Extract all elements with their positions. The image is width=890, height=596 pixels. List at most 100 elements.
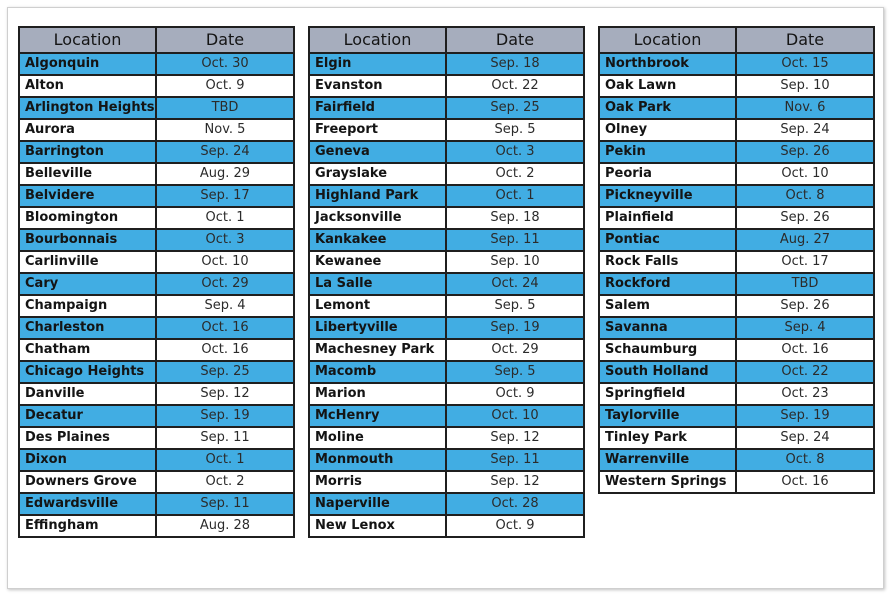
- location-cell: Champaign: [18, 294, 157, 318]
- table-row: Dixon Oct. 1: [18, 448, 295, 472]
- date-cell: Oct. 2: [445, 162, 585, 186]
- table-row: Aurora Nov. 5: [18, 118, 295, 142]
- date-cell: Oct. 29: [155, 272, 295, 296]
- table-row: Belvidere Sep. 17: [18, 184, 295, 208]
- table-row: Peoria Oct. 10: [598, 162, 875, 186]
- table-row: Des Plaines Sep. 11: [18, 426, 295, 450]
- location-cell: La Salle: [308, 272, 447, 296]
- table-row: Springfield Oct. 23: [598, 382, 875, 406]
- location-cell: Aurora: [18, 118, 157, 142]
- location-cell: Savanna: [598, 316, 737, 340]
- date-cell: Oct. 16: [155, 338, 295, 362]
- date-cell: Sep. 11: [155, 492, 295, 516]
- date-cell: Sep. 17: [155, 184, 295, 208]
- date-cell: Sep. 5: [445, 118, 585, 142]
- table-row: Savanna Sep. 4: [598, 316, 875, 340]
- table-row: Oak Park Nov. 6: [598, 96, 875, 120]
- location-cell: Jacksonville: [308, 206, 447, 230]
- table-row: Freeport Sep. 5: [308, 118, 585, 142]
- date-cell: Sep. 19: [735, 404, 875, 428]
- date-header: Date: [735, 26, 875, 54]
- date-cell: Sep. 26: [735, 294, 875, 318]
- location-header: Location: [308, 26, 447, 54]
- location-cell: Northbrook: [598, 52, 737, 76]
- location-cell: Downers Grove: [18, 470, 157, 494]
- table-row: Pekin Sep. 26: [598, 140, 875, 164]
- location-cell: Belvidere: [18, 184, 157, 208]
- table-row: Algonquin Oct. 30: [18, 52, 295, 76]
- location-cell: Highland Park: [308, 184, 447, 208]
- location-cell: Des Plaines: [18, 426, 157, 450]
- location-cell: Alton: [18, 74, 157, 98]
- table-row: Effingham Aug. 28: [18, 514, 295, 538]
- table-row: Pontiac Aug. 27: [598, 228, 875, 252]
- table-row: New Lenox Oct. 9: [308, 514, 585, 538]
- table-row: Warrenville Oct. 8: [598, 448, 875, 472]
- date-cell: Oct. 24: [445, 272, 585, 296]
- location-cell: Morris: [308, 470, 447, 494]
- date-cell: TBD: [735, 272, 875, 296]
- location-cell: Oak Lawn: [598, 74, 737, 98]
- location-cell: Tinley Park: [598, 426, 737, 450]
- location-cell: Chatham: [18, 338, 157, 362]
- table-row: Grayslake Oct. 2: [308, 162, 585, 186]
- location-cell: Moline: [308, 426, 447, 450]
- date-cell: Sep. 11: [445, 228, 585, 252]
- location-cell: Olney: [598, 118, 737, 142]
- table-row: Marion Oct. 9: [308, 382, 585, 406]
- table-row: Olney Sep. 24: [598, 118, 875, 142]
- table-row: Charleston Oct. 16: [18, 316, 295, 340]
- table-row: Libertyville Sep. 19: [308, 316, 585, 340]
- date-cell: Aug. 28: [155, 514, 295, 538]
- date-cell: Oct. 9: [445, 514, 585, 538]
- table-row: Bourbonnais Oct. 3: [18, 228, 295, 252]
- table-row: Carlinville Oct. 10: [18, 250, 295, 274]
- date-cell: Nov. 5: [155, 118, 295, 142]
- location-cell: Geneva: [308, 140, 447, 164]
- date-cell: Sep. 18: [445, 52, 585, 76]
- location-cell: McHenry: [308, 404, 447, 428]
- table-row: Northbrook Oct. 15: [598, 52, 875, 76]
- table-row: Belleville Aug. 29: [18, 162, 295, 186]
- location-cell: Pontiac: [598, 228, 737, 252]
- table-row: Taylorville Sep. 19: [598, 404, 875, 428]
- date-cell: Sep. 10: [445, 250, 585, 274]
- table-row: Champaign Sep. 4: [18, 294, 295, 318]
- date-cell: Oct. 2: [155, 470, 295, 494]
- date-cell: Oct. 1: [155, 206, 295, 230]
- location-cell: Schaumburg: [598, 338, 737, 362]
- table-row: Arlington Heights TBD: [18, 96, 295, 120]
- date-cell: Sep. 11: [445, 448, 585, 472]
- table-row: Salem Sep. 26: [598, 294, 875, 318]
- date-cell: Oct. 8: [735, 448, 875, 472]
- location-cell: Rock Falls: [598, 250, 737, 274]
- table-row: Cary Oct. 29: [18, 272, 295, 296]
- table-row: Jacksonville Sep. 18: [308, 206, 585, 230]
- location-cell: Cary: [18, 272, 157, 296]
- location-cell: Arlington Heights: [18, 96, 157, 120]
- table-row: Macomb Sep. 5: [308, 360, 585, 384]
- location-cell: Algonquin: [18, 52, 157, 76]
- location-cell: Kankakee: [308, 228, 447, 252]
- table-row: Fairfield Sep. 25: [308, 96, 585, 120]
- table-row: Western Springs Oct. 16: [598, 470, 875, 494]
- table-body: Elgin Sep. 18 Evanston Oct. 22 Fairfield Sep.…: [308, 52, 585, 538]
- location-cell: Western Springs: [598, 470, 737, 494]
- location-cell: Kewanee: [308, 250, 447, 274]
- table-row: Kankakee Sep. 11: [308, 228, 585, 252]
- date-cell: Sep. 24: [735, 118, 875, 142]
- table-row: Alton Oct. 9: [18, 74, 295, 98]
- date-cell: Sep. 24: [155, 140, 295, 164]
- table-row: Elgin Sep. 18: [308, 52, 585, 76]
- date-cell: Sep. 26: [735, 140, 875, 164]
- date-cell: Sep. 24: [735, 426, 875, 450]
- location-cell: Springfield: [598, 382, 737, 406]
- date-cell: Sep. 18: [445, 206, 585, 230]
- date-cell: Oct. 10: [445, 404, 585, 428]
- location-cell: Libertyville: [308, 316, 447, 340]
- date-cell: Oct. 16: [155, 316, 295, 340]
- location-header: Location: [18, 26, 157, 54]
- location-cell: Barrington: [18, 140, 157, 164]
- table-row: Pickneyville Oct. 8: [598, 184, 875, 208]
- location-cell: Plainfield: [598, 206, 737, 230]
